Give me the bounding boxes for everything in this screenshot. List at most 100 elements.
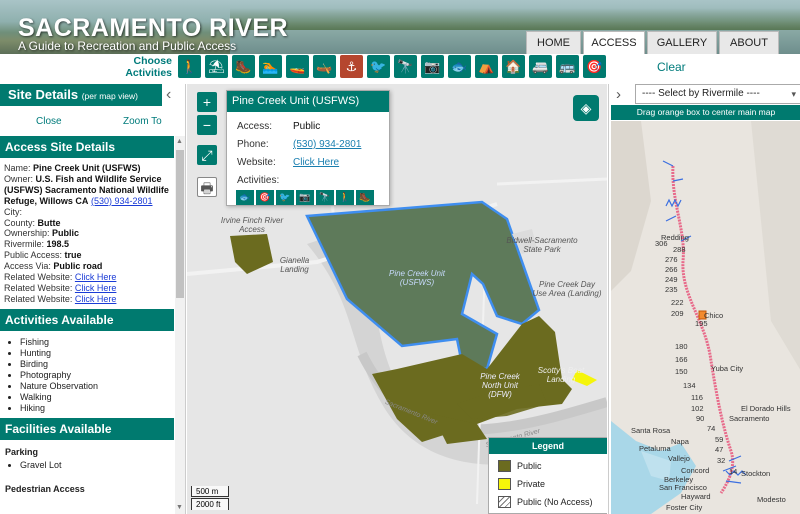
- home-icon[interactable]: 🏠: [502, 55, 525, 78]
- rivermile-label: 74: [707, 424, 716, 433]
- legend-title: Legend: [489, 438, 607, 454]
- scroll-down-arrow-icon[interactable]: ▼: [176, 504, 183, 511]
- city-label: Napa: [671, 437, 689, 446]
- rivermile-label: 180: [675, 342, 688, 351]
- popup-website-link[interactable]: Click Here: [293, 157, 339, 168]
- tab-gallery[interactable]: GALLERY: [647, 31, 717, 54]
- nav-tabs: HOME ACCESS GALLERY ABOUT: [526, 31, 779, 54]
- detail-city: City:: [4, 206, 22, 217]
- collapse-left-panel-icon[interactable]: ‹: [166, 86, 171, 104]
- site-details-header: Site Details (per map view): [0, 84, 162, 106]
- detail-name: Name: Pine Creek Unit (USFWS): [4, 163, 141, 173]
- activity-list-item: Hunting: [20, 348, 174, 359]
- activity-list-item: Walking: [20, 392, 174, 403]
- city-label: Hayward: [681, 492, 711, 501]
- popup-activity-icon: 🔭: [316, 190, 334, 205]
- drag-hint: Drag orange box to center main map: [611, 105, 800, 120]
- tab-about[interactable]: ABOUT: [719, 31, 779, 54]
- popup-activities-label: Activities:: [237, 175, 280, 186]
- overview-panel: › ---- Select by Rivermile ---- ▾ Drag o…: [608, 84, 800, 514]
- overview-map[interactable]: Redding Chico Yuba City Sacramento El Do…: [611, 121, 800, 514]
- city-label: San Francisco: [659, 483, 707, 492]
- activity-list-item: Hiking: [20, 403, 174, 414]
- main-map[interactable]: Irvine Finch River Access Gianella Landi…: [187, 84, 607, 514]
- site-details-title: Site Details: [8, 87, 79, 102]
- choose-activities-label: Choose Activities: [125, 55, 172, 79]
- photography-icon[interactable]: 📷: [421, 55, 444, 78]
- popup-phone-link[interactable]: (530) 934-2801: [293, 139, 361, 150]
- activities-list: FishingHuntingBirdingPhotographyNature O…: [0, 331, 174, 418]
- activity-list-item: Photography: [20, 370, 174, 381]
- rivermile-label: 235: [665, 285, 678, 294]
- popup-access-value: Public: [293, 121, 321, 132]
- tab-home[interactable]: HOME: [526, 31, 581, 54]
- rivermile-label: 209: [671, 309, 684, 318]
- motorboat-icon[interactable]: 🚤: [286, 55, 309, 78]
- map-label-gianella: Gianella Landing: [279, 256, 310, 274]
- city-label: Concord: [681, 466, 710, 475]
- legend-swatch-private: [498, 478, 511, 490]
- hiking-icon[interactable]: 🥾: [232, 55, 255, 78]
- close-link[interactable]: Close: [36, 116, 62, 127]
- detail-rivermile: Rivermile: 198.5: [4, 239, 70, 250]
- fullscreen-icon[interactable]: ⤢: [197, 145, 217, 165]
- rivermile-label: 166: [675, 355, 688, 364]
- layers-icon[interactable]: ◈: [573, 95, 599, 121]
- rivermile-select[interactable]: ---- Select by Rivermile ---- ▾: [635, 84, 800, 104]
- rivermile-label: 276: [665, 255, 678, 264]
- rivermile-label: 266: [665, 265, 678, 274]
- detail-access-via: Access Via: Public road: [4, 261, 103, 272]
- site-details-panel: Site Details (per map view) ‹ Close Zoom…: [0, 84, 186, 514]
- chevron-down-icon: ▾: [791, 89, 796, 99]
- zoom-in-button[interactable]: +: [197, 92, 217, 112]
- picnic-icon[interactable]: ⛱: [205, 55, 228, 78]
- collapse-right-panel-icon[interactable]: ›: [616, 86, 621, 103]
- fishing-icon[interactable]: 🐟: [448, 55, 471, 78]
- access-site-details-header: Access Site Details: [0, 136, 174, 158]
- legend-label-private: Private: [517, 479, 546, 489]
- rivermile-label: 150: [675, 367, 688, 376]
- related-website-link[interactable]: Click Here: [75, 283, 117, 293]
- walking-icon[interactable]: 🚶: [178, 55, 201, 78]
- city-label: Yuba City: [711, 364, 744, 373]
- camping-icon[interactable]: ⛺: [475, 55, 498, 78]
- detail-owner: Owner: U.S. Fish and Wildlife Service (U…: [4, 173, 169, 206]
- rivermile-label: 90: [696, 414, 705, 423]
- hunting-icon[interactable]: 🎯: [583, 55, 606, 78]
- popup-activity-icon: 🐦: [276, 190, 294, 205]
- clear-activities-link[interactable]: Clear: [657, 60, 686, 74]
- nature-observation-icon[interactable]: 🔭: [394, 55, 417, 78]
- zoom-to-link[interactable]: Zoom To: [123, 116, 162, 127]
- rv-icon[interactable]: 🚐: [529, 55, 552, 78]
- rivermile-label: 222: [671, 298, 684, 307]
- access-details-list: Name: Pine Creek Unit (USFWS) Owner: U.S…: [0, 158, 174, 309]
- map-label-pine-creek-day-use: Pine Creek Day Use Area (Landing): [532, 280, 602, 298]
- facilities-pedestrian-label: Pedestrian Access: [5, 483, 85, 494]
- scroll-up-arrow-icon[interactable]: ▲: [176, 138, 183, 145]
- rivermile-select-value: ---- Select by Rivermile ----: [642, 88, 760, 99]
- city-label: El Dorado Hills: [741, 404, 791, 413]
- kayak-icon[interactable]: 🛶: [313, 55, 336, 78]
- activity-filter-bar: Choose Activities 🚶 ⛱ 🥾 🏊 🚤 🛶 ⚓ 🐦 🔭 📷 🐟 ⛺ 🏠 🚐 🚌 🎯 Clear: [0, 54, 800, 82]
- birding-icon[interactable]: 🐦: [367, 55, 390, 78]
- detail-related-website: Related Website: Click Here: [4, 282, 117, 293]
- swimming-icon[interactable]: 🏊: [259, 55, 282, 78]
- details-scrollbar[interactable]: ▲ ▼: [175, 136, 185, 514]
- boat-launch-icon[interactable]: ⚓: [340, 55, 363, 78]
- tab-access[interactable]: ACCESS: [583, 31, 645, 54]
- owner-phone-link[interactable]: (530) 934-2801: [91, 196, 153, 206]
- zoom-out-button[interactable]: −: [197, 115, 217, 135]
- facility-list-item: Gravel Lot: [20, 460, 174, 471]
- related-website-link[interactable]: Click Here: [75, 294, 117, 304]
- activities-available-header: Activities Available: [0, 308, 174, 331]
- city-label: Petaluma: [639, 444, 671, 453]
- rivermile-label: 102: [691, 404, 704, 413]
- city-label: Stockton: [741, 469, 771, 478]
- related-website-link[interactable]: Click Here: [75, 272, 117, 282]
- activity-list-item: Fishing: [20, 337, 174, 348]
- print-icon[interactable]: 🖶: [197, 177, 217, 197]
- scrollbar-thumb[interactable]: [176, 150, 184, 298]
- bus-icon[interactable]: 🚌: [556, 55, 579, 78]
- map-label-pine-creek-north: Pine Creek North Unit (DFW): [480, 372, 520, 399]
- facilities-list: Gravel Lot: [0, 457, 174, 475]
